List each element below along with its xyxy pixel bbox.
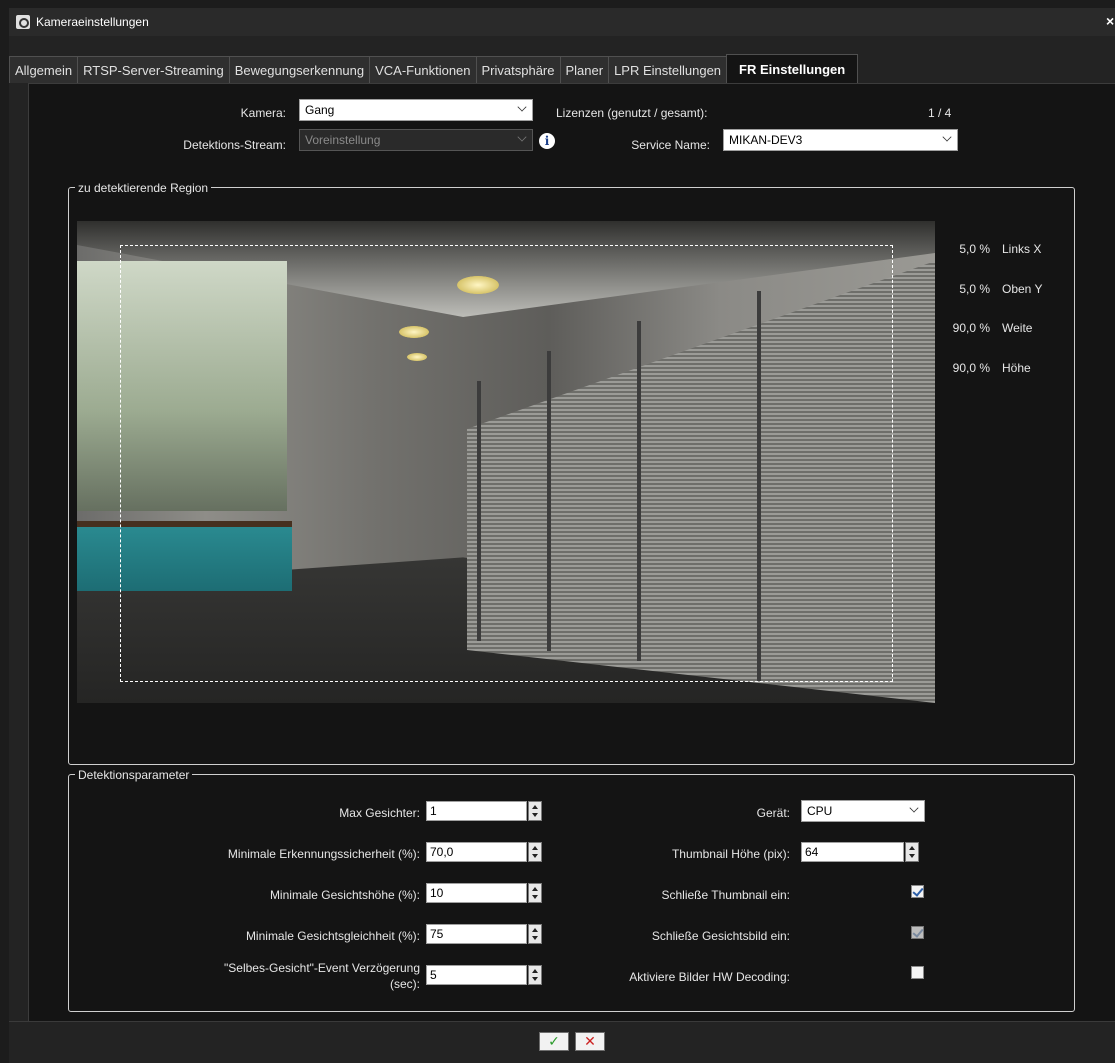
detection-stream-select: Voreinstellung xyxy=(299,129,533,151)
thumbnail-height-stepper[interactable] xyxy=(905,842,919,862)
info-icon[interactable]: i xyxy=(539,133,555,149)
tab-vca-funktionen[interactable]: VCA-Funktionen xyxy=(369,56,477,83)
tab-privatsphaere[interactable]: Privatsphäre xyxy=(475,56,561,83)
device-select-value: CPU xyxy=(807,804,833,818)
chevron-down-icon xyxy=(909,803,919,813)
include-face-image-checkbox xyxy=(911,926,924,939)
cancel-button[interactable]: ✕ xyxy=(575,1032,605,1051)
width-label: Weite xyxy=(1002,321,1033,335)
min-confidence-label: Minimale Erkennungssicherheit (%): xyxy=(227,847,420,861)
include-thumbnail-checkbox[interactable] xyxy=(911,885,924,898)
detection-stream-value: Voreinstellung xyxy=(305,133,381,147)
max-faces-label: Max Gesichter: xyxy=(339,806,420,820)
tab-planer[interactable]: Planer xyxy=(559,56,610,83)
same-face-delay-label-line1: "Selbes-Gesicht"-Event Verzögerung xyxy=(224,961,420,975)
max-faces-stepper[interactable] xyxy=(528,801,542,821)
device-label: Gerät: xyxy=(756,806,790,820)
min-face-similarity-input[interactable]: 75 xyxy=(426,924,527,944)
tab-lpr-einstellungen[interactable]: LPR Einstellungen xyxy=(608,56,728,83)
close-icon[interactable]: × xyxy=(1106,13,1115,29)
min-face-similarity-stepper[interactable] xyxy=(528,924,542,944)
height-label: Höhe xyxy=(1002,361,1031,375)
same-face-delay-input[interactable]: 5 xyxy=(426,965,527,985)
hw-decoding-checkbox[interactable] xyxy=(911,966,924,979)
chevron-down-icon xyxy=(942,132,952,142)
region-group-title: zu detektierende Region xyxy=(75,181,212,195)
licenses-value: 1 / 4 xyxy=(928,106,952,120)
window-title: Kameraeinstellungen xyxy=(36,15,149,29)
camera-select-value: Gang xyxy=(305,103,335,117)
same-face-delay-label-line2: (sec): xyxy=(390,977,420,991)
tab-rtsp-server-streaming[interactable]: RTSP-Server-Streaming xyxy=(77,56,230,83)
service-name-value: MIKAN-DEV3 xyxy=(729,133,803,147)
left-x-value: 5,0 % xyxy=(959,242,990,256)
top-y-value: 5,0 % xyxy=(959,282,990,296)
camera-select[interactable]: Gang xyxy=(299,99,533,121)
footer-divider xyxy=(9,1021,1115,1022)
min-face-height-input[interactable]: 10 xyxy=(426,883,527,903)
chevron-down-icon xyxy=(517,102,527,112)
hw-decoding-label: Aktiviere Bilder HW Decoding: xyxy=(629,970,790,984)
min-confidence-stepper[interactable] xyxy=(528,842,542,862)
height-value: 90,0 % xyxy=(952,361,990,375)
include-thumbnail-label: Schließe Thumbnail ein: xyxy=(661,888,790,902)
min-confidence-input[interactable]: 70,0 xyxy=(426,842,527,862)
service-name-select[interactable]: MIKAN-DEV3 xyxy=(723,129,958,151)
min-face-height-stepper[interactable] xyxy=(528,883,542,903)
min-face-height-label: Minimale Gesichtshöhe (%): xyxy=(269,888,420,902)
detection-params-title: Detektionsparameter xyxy=(75,768,193,782)
camera-label: Kamera: xyxy=(240,106,286,120)
detection-stream-label: Detektions-Stream: xyxy=(183,138,286,152)
same-face-delay-stepper[interactable] xyxy=(528,965,542,985)
tab-bar: Allgemein RTSP-Server-Streaming Bewegung… xyxy=(9,54,859,83)
ok-button[interactable]: ✓ xyxy=(539,1032,569,1051)
include-face-image-label: Schließe Gesichtsbild ein: xyxy=(651,929,790,943)
top-y-label: Oben Y xyxy=(1002,282,1043,296)
detection-region-rectangle[interactable] xyxy=(120,245,893,682)
licenses-label: Lizenzen (genutzt / gesamt): xyxy=(556,106,708,120)
thumbnail-height-input[interactable]: 64 xyxy=(801,842,904,862)
tab-bewegungserkennung[interactable]: Bewegungserkennung xyxy=(228,56,371,83)
tab-fr-einstellungen[interactable]: FR Einstellungen xyxy=(726,54,859,83)
chevron-down-icon xyxy=(517,132,527,142)
title-bar: Kameraeinstellungen xyxy=(9,8,1115,36)
thumbnail-height-label: Thumbnail Höhe (pix): xyxy=(671,847,790,861)
max-faces-input[interactable]: 1 xyxy=(426,801,527,821)
device-select[interactable]: CPU xyxy=(801,800,925,822)
service-name-label: Service Name: xyxy=(631,138,710,152)
min-face-similarity-label: Minimale Gesichtsgleichheit (%): xyxy=(245,929,420,943)
width-value: 90,0 % xyxy=(952,321,990,335)
settings-icon xyxy=(16,15,30,29)
tab-allgemein[interactable]: Allgemein xyxy=(9,56,79,83)
left-x-label: Links X xyxy=(1002,242,1042,256)
